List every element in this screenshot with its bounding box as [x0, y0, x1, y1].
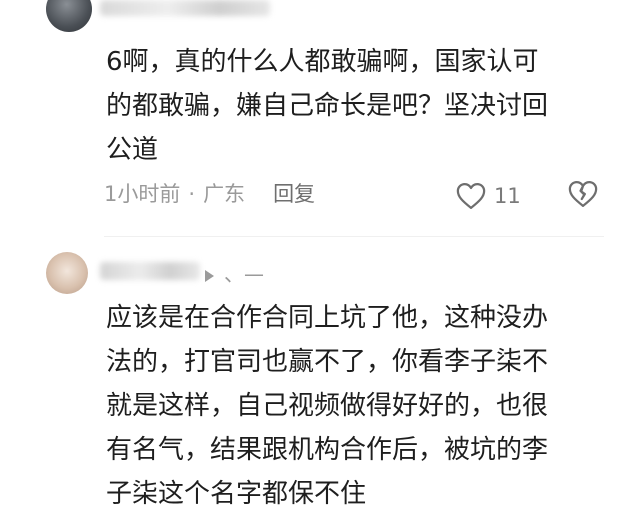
commenter-avatar[interactable]	[46, 0, 92, 32]
comment-meta: 1小时前 · 广东 回复	[104, 178, 315, 208]
comment-location: 广东	[203, 182, 246, 206]
comment-text: 应该是在合作合同上坑了他，这种没办 法的，打官司也赢不了，你看李子柒不 就是这样…	[106, 303, 549, 509]
like-count: 11	[494, 184, 521, 208]
comment-time: 1小时前	[104, 182, 181, 206]
comment-divider	[104, 236, 604, 237]
dislike-button[interactable]	[568, 180, 598, 208]
comment-text: 6啊，真的什么人都敢骗啊，国家认可 的都敢骗，嫌自己命长是吧？坚决讨回 公道	[106, 47, 549, 165]
commenter-name-blurred[interactable]	[100, 262, 200, 280]
reply-button[interactable]: 回复	[273, 182, 315, 206]
reply-to-name: 、—	[224, 262, 264, 286]
meta-separator: ·	[188, 182, 196, 206]
commenter-name-blurred[interactable]	[100, 0, 270, 16]
broken-heart-icon	[568, 181, 598, 207]
like-button[interactable]: 11	[456, 180, 521, 212]
commenter-avatar[interactable]	[46, 252, 88, 294]
reply-arrow-icon	[205, 269, 214, 282]
reply-to-indicator: 、—	[205, 258, 264, 287]
heart-icon	[456, 183, 486, 209]
